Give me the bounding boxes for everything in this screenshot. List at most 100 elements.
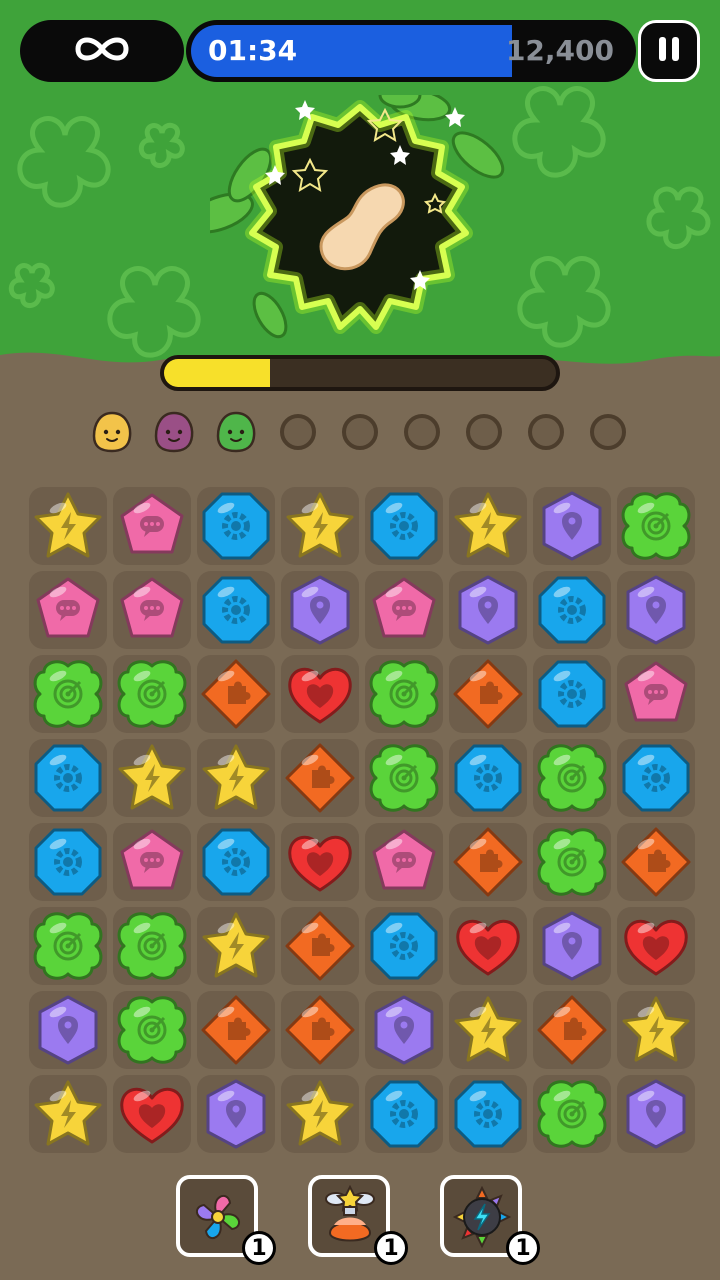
pin-gem-icon[interactable] (368, 994, 440, 1070)
board-cell[interactable] (29, 487, 107, 565)
target-gem-icon[interactable] (32, 658, 104, 734)
target-gem-icon[interactable] (116, 910, 188, 986)
pause-button[interactable] (638, 20, 700, 82)
target-gem-icon[interactable] (116, 658, 188, 734)
board-cell[interactable] (449, 571, 527, 649)
board-cell[interactable] (113, 823, 191, 901)
board-cell[interactable] (617, 655, 695, 733)
puzzle-gem-icon[interactable] (284, 742, 356, 818)
board-cell[interactable] (281, 991, 359, 1069)
pin-gem-icon[interactable] (536, 910, 608, 986)
heart-gem-icon[interactable] (620, 910, 692, 986)
board-cell[interactable] (113, 739, 191, 817)
chat-gem-icon[interactable] (32, 574, 104, 650)
gear-gem-icon[interactable] (32, 742, 104, 818)
puzzle-gem-icon[interactable] (620, 826, 692, 902)
pinwheel-booster-button[interactable]: 1 (176, 1175, 276, 1265)
lightning-gem-icon[interactable] (620, 994, 692, 1070)
puzzle-gem-icon[interactable] (200, 994, 272, 1070)
gear-gem-icon[interactable] (368, 910, 440, 986)
board-cell[interactable] (533, 823, 611, 901)
board-cell[interactable] (113, 1075, 191, 1153)
board-cell[interactable] (281, 907, 359, 985)
board-cell[interactable] (449, 487, 527, 565)
puzzle-gem-icon[interactable] (536, 994, 608, 1070)
pin-gem-icon[interactable] (452, 574, 524, 650)
board-cell[interactable] (281, 739, 359, 817)
board-cell[interactable] (533, 655, 611, 733)
gear-gem-icon[interactable] (32, 826, 104, 902)
board-cell[interactable] (533, 487, 611, 565)
board-cell[interactable] (533, 907, 611, 985)
target-gem-icon[interactable] (620, 490, 692, 566)
board-cell[interactable] (449, 823, 527, 901)
gear-gem-icon[interactable] (368, 490, 440, 566)
pin-gem-icon[interactable] (32, 994, 104, 1070)
board-cell[interactable] (449, 907, 527, 985)
pin-gem-icon[interactable] (620, 574, 692, 650)
game-board[interactable] (26, 484, 698, 1156)
board-cell[interactable] (449, 991, 527, 1069)
lightning-gem-icon[interactable] (116, 742, 188, 818)
puzzle-gem-icon[interactable] (452, 826, 524, 902)
board-cell[interactable] (197, 1075, 275, 1153)
puzzle-gem-icon[interactable] (284, 994, 356, 1070)
lightning-gem-icon[interactable] (200, 742, 272, 818)
gear-gem-icon[interactable] (536, 574, 608, 650)
gear-gem-icon[interactable] (200, 490, 272, 566)
target-gem-icon[interactable] (536, 742, 608, 818)
pin-gem-icon[interactable] (200, 1078, 272, 1154)
chat-gem-icon[interactable] (368, 574, 440, 650)
board-cell[interactable] (365, 739, 443, 817)
pin-gem-icon[interactable] (620, 1078, 692, 1154)
board-cell[interactable] (113, 907, 191, 985)
board-cell[interactable] (281, 1075, 359, 1153)
board-cell[interactable] (281, 655, 359, 733)
chat-gem-icon[interactable] (116, 574, 188, 650)
board-cell[interactable] (617, 907, 695, 985)
board-cell[interactable] (617, 823, 695, 901)
board-cell[interactable] (197, 739, 275, 817)
lightning-gem-icon[interactable] (452, 490, 524, 566)
board-cell[interactable] (617, 487, 695, 565)
gear-gem-icon[interactable] (368, 1078, 440, 1154)
board-cell[interactable] (533, 571, 611, 649)
board-cell[interactable] (365, 571, 443, 649)
board-cell[interactable] (365, 1075, 443, 1153)
board-cell[interactable] (113, 991, 191, 1069)
board-cell[interactable] (281, 823, 359, 901)
lightning-gem-icon[interactable] (284, 490, 356, 566)
board-cell[interactable] (113, 571, 191, 649)
board-cell[interactable] (617, 991, 695, 1069)
board-cell[interactable] (29, 739, 107, 817)
board-cell[interactable] (113, 487, 191, 565)
board-cell[interactable] (113, 655, 191, 733)
lightning-gem-icon[interactable] (452, 994, 524, 1070)
board-cell[interactable] (617, 571, 695, 649)
board-cell[interactable] (281, 571, 359, 649)
puzzle-gem-icon[interactable] (200, 658, 272, 734)
board-cell[interactable] (29, 907, 107, 985)
board-cell[interactable] (533, 991, 611, 1069)
puzzle-gem-icon[interactable] (284, 910, 356, 986)
bomb-booster-button[interactable]: 1 (440, 1175, 540, 1265)
board-cell[interactable] (197, 487, 275, 565)
target-gem-icon[interactable] (368, 742, 440, 818)
board-cell[interactable] (365, 991, 443, 1069)
board-cell[interactable] (197, 571, 275, 649)
gear-gem-icon[interactable] (452, 742, 524, 818)
target-gem-icon[interactable] (32, 910, 104, 986)
potion-booster-button[interactable]: 1 (308, 1175, 408, 1265)
board-cell[interactable] (365, 655, 443, 733)
gear-gem-icon[interactable] (620, 742, 692, 818)
board-cell[interactable] (365, 823, 443, 901)
heart-gem-icon[interactable] (116, 1078, 188, 1154)
chat-gem-icon[interactable] (116, 490, 188, 566)
gear-gem-icon[interactable] (200, 574, 272, 650)
board-cell[interactable] (29, 1075, 107, 1153)
board-cell[interactable] (197, 655, 275, 733)
board-cell[interactable] (29, 655, 107, 733)
lightning-gem-icon[interactable] (200, 910, 272, 986)
board-cell[interactable] (365, 487, 443, 565)
gear-gem-icon[interactable] (536, 658, 608, 734)
